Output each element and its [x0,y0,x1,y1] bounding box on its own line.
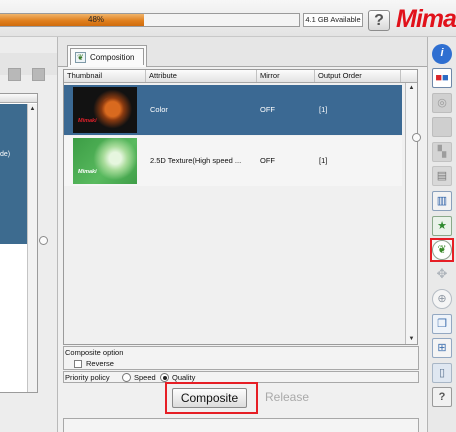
right-toolbar: i ■■ ◎ ▚ ▤ ▥ ★ ❦ ✥ ⊕ ❐ ⊞ ▯ ? [427,37,456,432]
composite-option-title: Composite option [65,348,124,357]
reverse-checkbox[interactable] [74,360,82,368]
splitter-handle[interactable] [412,133,421,142]
quality-radio[interactable] [160,373,169,382]
column-header-attribute[interactable]: Attribute [146,70,257,82]
table-row[interactable]: Mimaki 2.5D Texture(High speed ... OFF [… [64,136,402,186]
quality-label[interactable]: Quality [172,373,195,382]
trash-icon[interactable]: ▯ [432,363,452,383]
cell-mirror: OFF [260,156,275,165]
composition-table: Thumbnail Attribute Mirror Output Order … [63,69,418,345]
copy-icon[interactable]: ❐ [432,314,452,334]
storage-progress-bar: 48% [0,13,300,27]
column-header-output-order[interactable]: Output Order [315,70,401,82]
release-button[interactable]: Release [257,388,317,408]
spreadsheet-icon[interactable]: ▤ [432,166,452,186]
info-icon[interactable]: i [432,44,452,64]
reverse-label[interactable]: Reverse [86,359,114,368]
progress-fill [0,14,144,26]
radio-selected-dot [162,375,167,380]
priority-policy-label: Priority policy [65,373,110,382]
splitter-handle[interactable] [39,236,48,245]
job-list-scrollbar[interactable]: ▲ [27,104,37,392]
cell-attribute: 2.5D Texture(High speed ... [150,156,242,165]
column-header-mirror[interactable]: Mirror [257,70,315,82]
table-row[interactable]: Mimaki Color OFF [1] [64,85,402,135]
split-icon[interactable]: ⊞ [432,338,452,358]
scroll-down-icon[interactable]: ▼ [406,336,417,342]
storage-available-label: 4.1 GB Available [303,13,363,27]
tab-label: Composition [90,53,135,62]
tiger-color-thumbnail: Mimaki [73,87,137,133]
tiger-texture-thumbnail: Mimaki [73,138,137,184]
crosshair-icon[interactable]: ⊕ [432,289,452,309]
composition-icon[interactable]: ❦ [432,240,452,260]
cell-output-order: [1] [319,105,328,114]
composition-panel: ❦ Composition Thumbnail Attribute Mirror… [57,37,427,432]
brand-logo: Mimaki [396,5,456,33]
top-bar: 48% 4.1 GB Available ? Mimaki [0,0,456,37]
progress-percent-label: 48% [88,15,105,24]
scroll-up-icon[interactable]: ▲ [406,85,417,91]
job-list-header [0,94,37,103]
cell-mirror: OFF [260,105,275,114]
composite-button[interactable]: Composite [172,388,247,408]
help-button[interactable]: ? [368,10,390,31]
cell-attribute: Color [150,105,168,114]
thumbnail-brand: Mimaki [78,118,97,124]
disabled-square-icon [432,117,452,137]
job-list-item-text: de) [0,151,11,158]
column-header-thumbnail[interactable]: Thumbnail [64,70,146,82]
disabled-move-icon: ▚ [432,142,452,162]
tab-strip: ❦ Composition [58,37,427,67]
print-job-icon[interactable]: ▥ [432,191,452,211]
cell-output-order: [1] [319,156,328,165]
speed-radio[interactable] [122,373,131,382]
left-panel: de) ▲ [0,37,57,432]
scroll-up-icon[interactable]: ▲ [28,106,37,112]
speed-label[interactable]: Speed [134,373,156,382]
disabled-target-icon: ◎ [432,93,452,113]
arrows-icon[interactable]: ✥ [432,265,452,285]
help-document-icon[interactable]: ? [432,387,452,407]
job-list[interactable]: de) ▲ [0,93,38,393]
table-scrollbar[interactable]: ▲ ▼ [405,83,417,344]
composite-option-group: Composite option Reverse [63,346,419,370]
tab-composition-frame: ❦ Composition [70,48,144,65]
left-panel-button[interactable] [8,68,21,81]
layers-icon[interactable]: ■■ [432,68,452,88]
tab-composition[interactable]: ❦ Composition [67,45,147,67]
star-layers-icon[interactable]: ★ [432,216,452,236]
bottom-status-area [63,418,419,432]
table-header: Thumbnail Attribute Mirror Output Order [64,70,417,83]
composition-icon: ❦ [75,52,86,63]
thumbnail-brand: Mimaki [78,169,97,175]
left-panel-button[interactable] [32,68,45,81]
